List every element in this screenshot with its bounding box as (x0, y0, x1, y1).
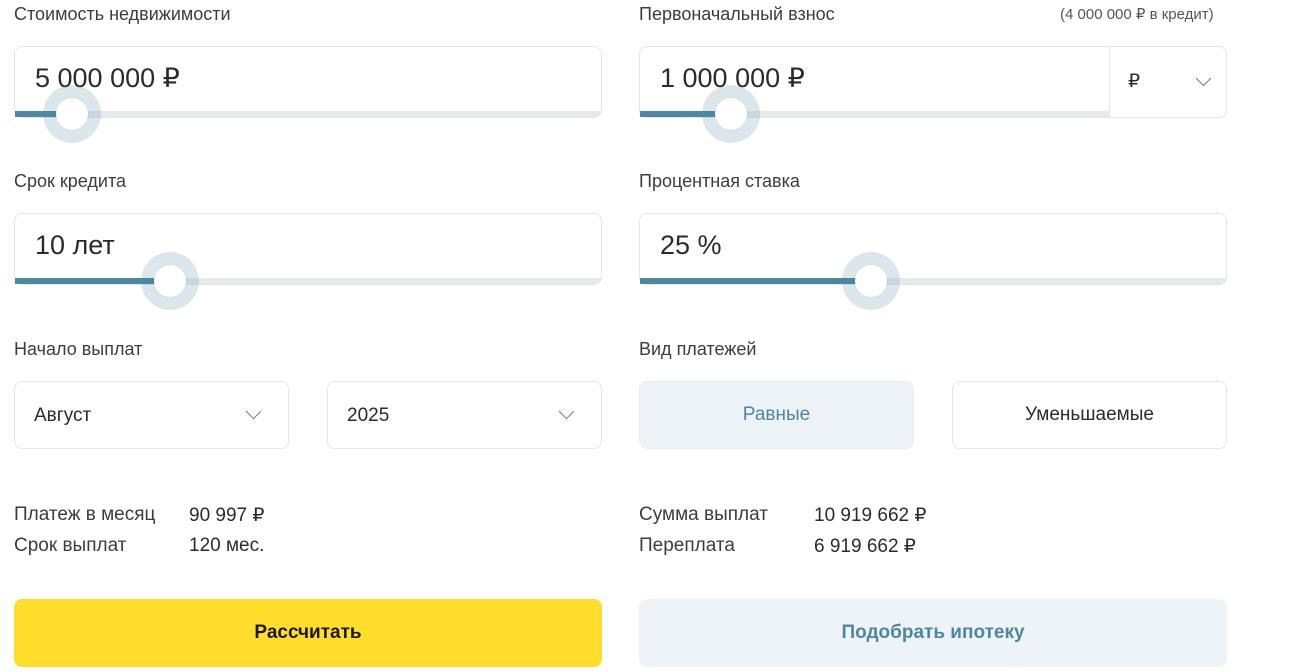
loan-term-label: Срок кредита (14, 171, 127, 191)
loan-term-value: 10 лет (35, 230, 115, 260)
monthly-payment-label: Платеж в месяц (14, 504, 156, 525)
payment-start-label: Начало выплат (14, 339, 143, 359)
chevron-down-icon (1195, 70, 1212, 87)
interest-rate-slider-fill (640, 278, 872, 284)
calculate-button[interactable]: Рассчитать (14, 599, 602, 667)
interest-rate-slider-track[interactable] (640, 252, 1226, 310)
year-value: 2025 (347, 405, 390, 426)
property-cost-field[interactable]: 5 000 000 ₽ (14, 46, 602, 143)
down-payment-label: Первоначальный взнос (639, 4, 835, 24)
overpayment-value: 6 919 662 ₽ (814, 536, 916, 557)
chevron-down-icon (558, 403, 575, 420)
payment-type-label: Вид платежей (639, 339, 757, 359)
total-payments-label: Сумма выплат (639, 504, 768, 525)
month-value: Август (34, 405, 92, 426)
property-cost-slider-handle[interactable] (42, 85, 101, 143)
interest-rate-slider-handle[interactable] (842, 252, 901, 310)
find-mortgage-button[interactable]: Подобрать ипотеку (639, 599, 1227, 667)
down-payment-field[interactable]: 1 000 000 ₽ (639, 46, 1110, 143)
down-payment-slider-track[interactable] (640, 85, 1109, 143)
month-select[interactable]: Август (14, 381, 289, 449)
chevron-down-icon (245, 403, 262, 420)
payment-type-decreasing-button[interactable]: Уменьшаемые (952, 381, 1227, 449)
loan-term-slider-handle[interactable] (141, 252, 200, 310)
payment-term-label: Срок выплат (14, 535, 127, 556)
interest-rate-field[interactable]: 25 % (639, 213, 1227, 310)
currency-value: ₽ (1128, 71, 1141, 92)
currency-select[interactable]: ₽ (1109, 46, 1227, 118)
payment-term-value: 120 мес. (189, 535, 265, 556)
interest-rate-label: Процентная ставка (639, 171, 800, 191)
payment-type-equal-button[interactable]: Равные (639, 381, 914, 449)
property-cost-label: Стоимость недвижимости (14, 4, 231, 24)
interest-rate-value: 25 % (660, 230, 722, 260)
overpayment-label: Переплата (639, 535, 735, 556)
down-payment-slider-handle[interactable] (701, 85, 760, 143)
year-select[interactable]: 2025 (327, 381, 602, 449)
loan-term-slider-track[interactable] (15, 252, 601, 310)
total-payments-value: 10 919 662 ₽ (814, 505, 927, 526)
monthly-payment-value: 90 997 ₽ (189, 505, 265, 526)
property-cost-slider-track[interactable] (15, 85, 601, 143)
loan-term-field[interactable]: 10 лет (14, 213, 602, 310)
credit-amount-hint: (4 000 000 ₽ в кредит) (1060, 6, 1214, 23)
